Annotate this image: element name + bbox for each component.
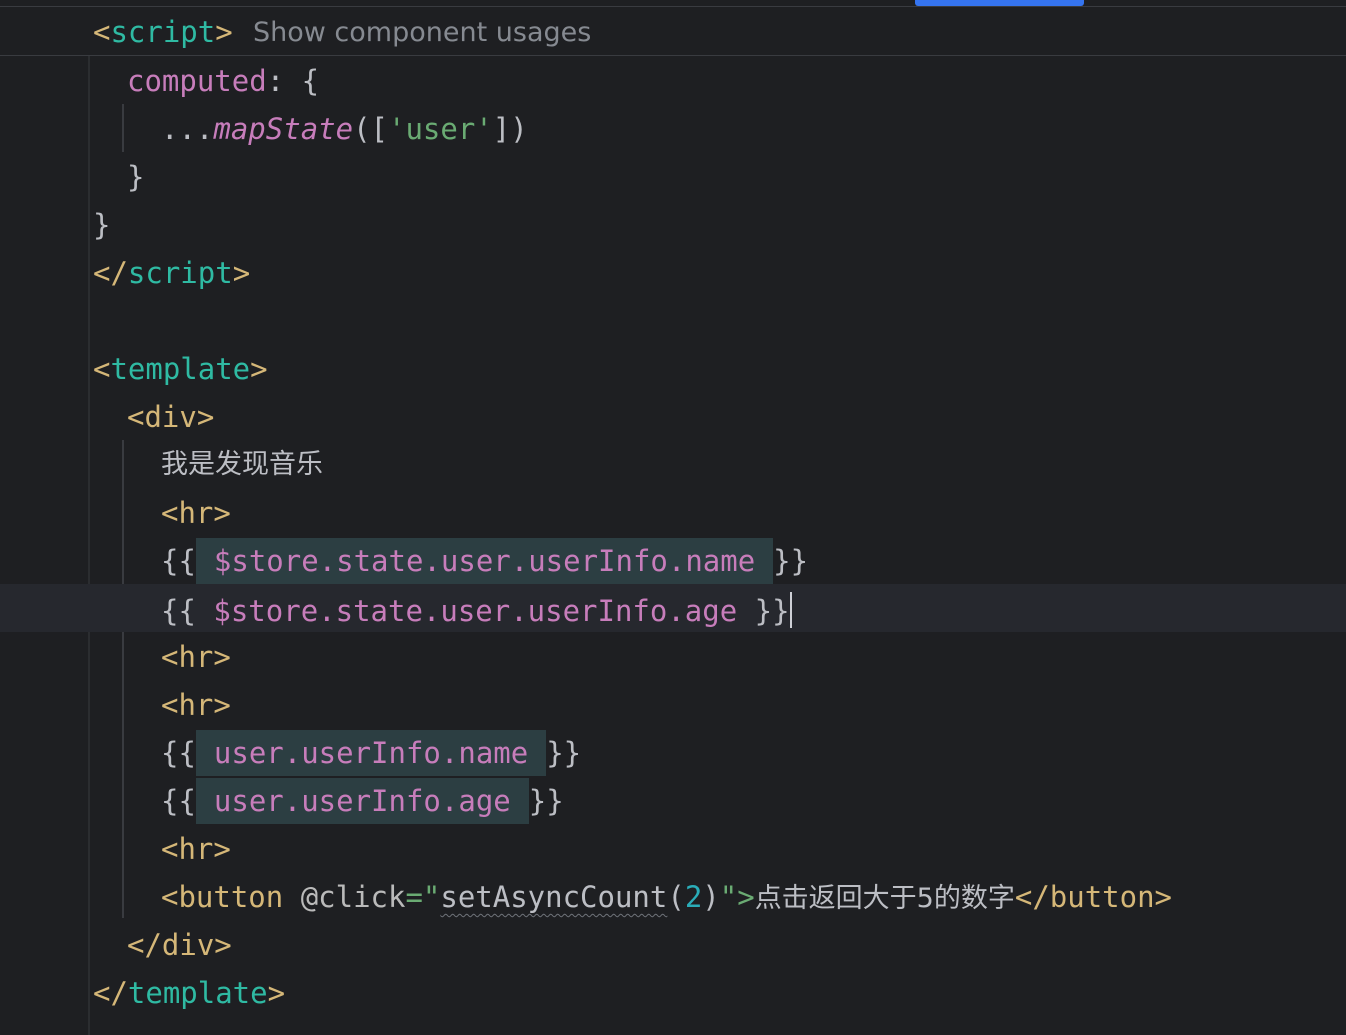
code-line[interactable]: } — [0, 200, 1346, 248]
show-usages-hint[interactable]: Show component usages — [253, 17, 591, 48]
unresolved-function-warning[interactable]: setAsyncCount — [440, 880, 667, 914]
code-line[interactable]: </div> — [0, 920, 1346, 968]
code-line[interactable]: } — [0, 152, 1346, 200]
text-caret — [789, 592, 792, 628]
usage-highlight: user.userInfo.age — [195, 778, 529, 824]
code-line[interactable]: <hr> — [0, 632, 1346, 680]
usage-highlight: $store.state.user.userInfo.name — [195, 538, 774, 584]
code-line[interactable]: <hr> — [0, 488, 1346, 536]
code-line-empty[interactable] — [0, 296, 1346, 344]
code-line[interactable]: ...mapState(['user']) — [0, 104, 1346, 152]
code-line[interactable]: 我是发现音乐 — [0, 440, 1346, 488]
code-line[interactable]: {{$store.state.user.userInfo.name}} — [0, 536, 1346, 584]
usage-highlight: user.userInfo.name — [195, 730, 547, 776]
code-line[interactable]: {{user.userInfo.age}} — [0, 776, 1346, 824]
code-line[interactable]: </script> — [0, 248, 1346, 296]
sticky-script-tag[interactable]: <script> — [93, 15, 233, 49]
code-line[interactable]: <hr> — [0, 680, 1346, 728]
code-line[interactable]: <button @click="setAsyncCount(2)">点击返回大于… — [0, 872, 1346, 920]
code-line[interactable]: <hr> — [0, 824, 1346, 872]
scroll-progress-indicator — [915, 0, 1084, 6]
code-line[interactable]: </template> — [0, 968, 1346, 1016]
code-line[interactable]: {{user.userInfo.name}} — [0, 728, 1346, 776]
sticky-scope-header[interactable]: <script> Show component usages — [0, 7, 1346, 56]
code-line[interactable]: computed: { — [0, 56, 1346, 104]
code-line-current[interactable]: {{ $store.state.user.userInfo.age }} — [0, 584, 1346, 632]
code-line[interactable]: <template> — [0, 344, 1346, 392]
code-line[interactable]: <div> — [0, 392, 1346, 440]
